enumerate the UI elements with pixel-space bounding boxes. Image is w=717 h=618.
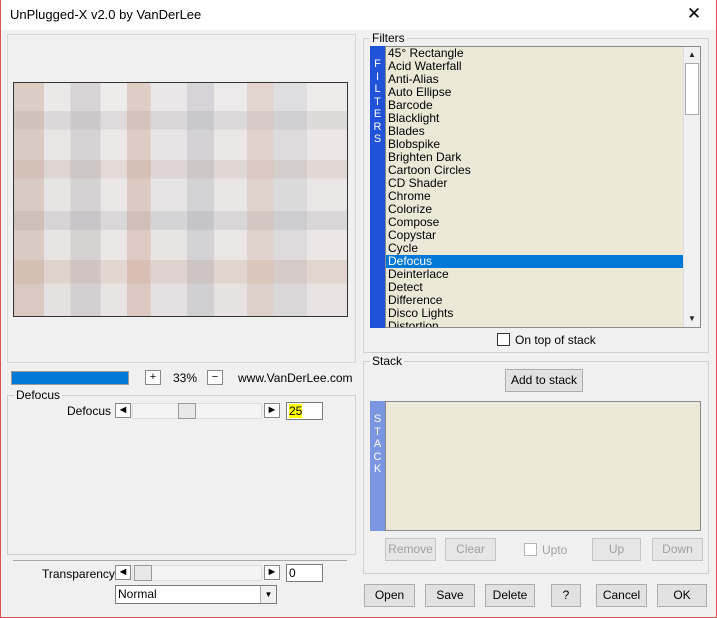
stack-group-label: Stack — [370, 354, 405, 368]
defocus-param-label: Defocus — [67, 404, 112, 418]
zoom-level: 33% — [173, 371, 198, 385]
transparency-label: Transparency — [42, 567, 115, 581]
filters-list[interactable]: 45° Rectangle Acid Waterfall Anti-Alias Aut… — [385, 46, 701, 328]
defocus-slider-thumb[interactable] — [178, 403, 196, 419]
upto-checkbox[interactable] — [524, 543, 537, 556]
up-button[interactable]: Up — [592, 538, 641, 561]
down-button[interactable]: Down — [652, 538, 703, 561]
cancel-button[interactable]: Cancel — [596, 584, 647, 607]
transparency-right-arrow-icon[interactable]: ► — [264, 565, 280, 580]
filter-item[interactable]: Blacklight — [386, 112, 684, 125]
stack-list[interactable] — [385, 401, 701, 531]
tab-letter: T — [374, 95, 381, 108]
transparency-value-field[interactable]: 0 — [286, 564, 323, 582]
tab-letter: K — [373, 463, 382, 475]
filters-group-label: Filters — [370, 31, 407, 45]
tab-letter: S — [373, 133, 382, 145]
divider — [13, 560, 347, 561]
filters-scrollbar[interactable]: ▲ ▼ — [683, 47, 700, 327]
add-to-stack-button[interactable]: Add to stack — [505, 369, 583, 392]
preview-image[interactable] — [13, 82, 348, 317]
transparency-slider-thumb[interactable] — [134, 565, 152, 581]
tab-letter: L — [374, 83, 381, 95]
defocus-right-arrow-icon[interactable]: ► — [264, 403, 280, 418]
filter-item[interactable]: Distortion — [386, 320, 684, 328]
filters-items: 45° Rectangle Acid Waterfall Anti-Alias Aut… — [386, 47, 700, 328]
chevron-down-icon[interactable]: ▼ — [260, 586, 276, 603]
close-icon[interactable]: ✕ — [682, 3, 706, 25]
scroll-down-icon[interactable]: ▼ — [685, 312, 699, 326]
website-link[interactable]: www.VanDerLee.com — [238, 371, 353, 385]
scroll-up-icon[interactable]: ▲ — [685, 48, 699, 62]
transparency-left-arrow-icon[interactable]: ◄ — [115, 565, 131, 580]
upto-label: Upto — [542, 543, 568, 557]
on-top-checkbox[interactable] — [497, 333, 510, 346]
tab-letter: A — [373, 438, 382, 450]
defocus-value: 25 — [289, 404, 303, 418]
defocus-left-arrow-icon[interactable]: ◄ — [115, 403, 131, 418]
tab-letter: F — [374, 58, 381, 70]
zoom-in-button[interactable]: + — [145, 370, 161, 385]
tab-letter: S — [373, 413, 382, 425]
tab-letter: I — [375, 70, 380, 83]
title-bar: UnPlugged-X v2.0 by VanDerLee ✕ — [1, 0, 716, 30]
tab-letter: T — [374, 425, 381, 438]
transparency-slider[interactable] — [132, 565, 262, 581]
open-button[interactable]: Open — [364, 584, 415, 607]
blend-mode-select[interactable]: Normal ▼ — [115, 585, 277, 604]
tab-letter: E — [373, 108, 382, 120]
help-button[interactable]: ? — [551, 584, 581, 607]
zoom-out-button[interactable]: − — [207, 370, 223, 385]
tab-letter: C — [373, 450, 382, 463]
remove-button[interactable]: Remove — [385, 538, 436, 561]
ok-button[interactable]: OK — [657, 584, 707, 607]
stack-tab[interactable]: STACK — [370, 401, 385, 531]
defocus-slider[interactable] — [132, 403, 262, 419]
scroll-thumb[interactable] — [685, 63, 699, 115]
clear-button[interactable]: Clear — [445, 538, 496, 561]
tab-letter: R — [373, 120, 382, 133]
unplugged-x-dialog: UnPlugged-X v2.0 by VanDerLee ✕ + 33% − … — [0, 0, 717, 618]
filter-item[interactable]: Copystar — [386, 229, 684, 242]
filter-item[interactable]: Deinterlace — [386, 268, 684, 281]
blend-mode-value: Normal — [118, 587, 157, 601]
progress-bar — [11, 371, 129, 385]
defocus-group-label: Defocus — [14, 388, 63, 402]
filters-tab[interactable]: FILTERS — [370, 46, 385, 328]
window-title: UnPlugged-X v2.0 by VanDerLee — [10, 7, 202, 22]
on-top-label: On top of stack — [515, 333, 596, 347]
save-button[interactable]: Save — [425, 584, 475, 607]
delete-button[interactable]: Delete — [485, 584, 535, 607]
defocus-value-field[interactable]: 25 — [286, 402, 323, 420]
progress-fill — [12, 372, 128, 384]
